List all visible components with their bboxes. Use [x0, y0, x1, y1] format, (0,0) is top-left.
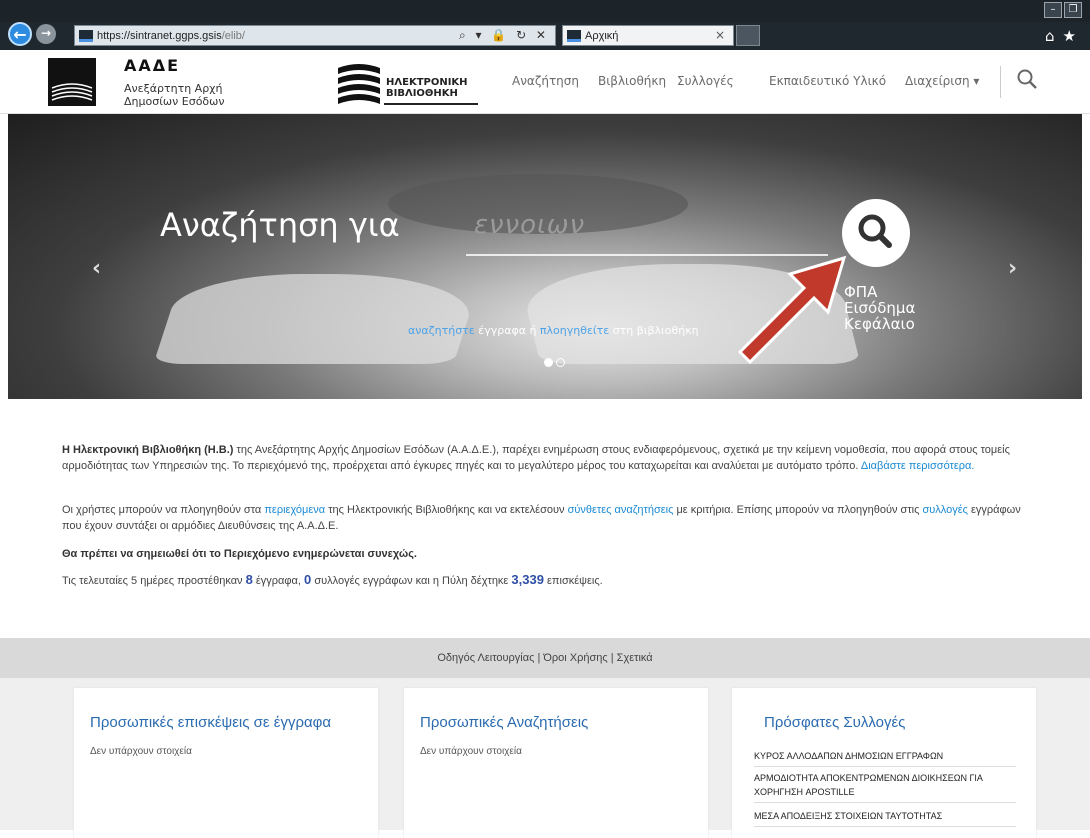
- red-arrow-annotation-icon: [737, 255, 847, 365]
- new-tab-button[interactable]: [736, 25, 760, 46]
- carousel-indicators: [544, 358, 565, 367]
- intro-bold-lead: Η Ηλεκτρονική Βιβλιοθήκη (Η.Β.): [62, 444, 234, 456]
- library-title-1: ΗΛΕΚΤΡΟΝΙΚΗ: [386, 77, 468, 88]
- advanced-search-link[interactable]: σύνθετες αναζητήσεις: [568, 504, 674, 516]
- nav-divider: [1000, 66, 1001, 98]
- nav-library[interactable]: Βιβλιοθήκη: [598, 74, 666, 88]
- search-icon[interactable]: [1016, 68, 1038, 90]
- intro-paragraph-2: Οι χρήστες μπορούν να πλοηγηθούν στα περ…: [62, 502, 1038, 534]
- address-bar-icons[interactable]: ⌕ ▾ 🔒 ↻ ✕: [459, 28, 549, 43]
- recent-collections-title: Πρόσφατες Συλλογές: [764, 714, 906, 731]
- tab-favicon-icon: [567, 29, 581, 42]
- contents-link[interactable]: περιεχόμενα: [264, 504, 325, 516]
- hero-search-input[interactable]: εννοιων: [474, 210, 585, 240]
- collection-item[interactable]: ΚΥΡΟΣ ΑΛΛΟΔΑΠΩΝ ΔΗΜΟΣΙΩΝ ΕΓΓΡΑΦΩΝ: [754, 746, 1016, 767]
- intro-paragraph-3: Θα πρέπει να σημειωθεί ότι το Περιεχόμεν…: [62, 546, 1038, 562]
- browser-chrome: – ❐ ← → https://sintranet.ggps.gsis/elib…: [0, 0, 1090, 50]
- nav-search[interactable]: Αναζήτηση: [512, 74, 579, 88]
- hero-hint-browse-link[interactable]: πλοηγηθείτε: [540, 324, 609, 337]
- brand-subtitle-1: Ανεξάρτητη Αρχή: [124, 82, 223, 95]
- address-bar[interactable]: https://sintranet.ggps.gsis/elib/ ⌕ ▾ 🔒 …: [74, 25, 556, 46]
- aade-logo-icon[interactable]: [48, 58, 96, 106]
- stats-text-d: επισκέψεις.: [543, 575, 603, 587]
- library-books-icon[interactable]: [334, 58, 384, 106]
- panels-area: Προσωπικές επισκέψεις σε έγγραφα Δεν υπά…: [0, 678, 1090, 838]
- stats-text-c: συλλογές εγγράφων και η Πύλη δέχτηκε: [311, 575, 512, 587]
- stats-visits-count: 3,339: [511, 572, 544, 587]
- read-more-link[interactable]: Διαβάστε περισσότερα.: [861, 460, 975, 472]
- maximize-button[interactable]: ❐: [1064, 2, 1082, 18]
- hero-hint: αναζητήστε έγγραφα ή πλοηγηθείτε στη βιβ…: [408, 324, 699, 337]
- hero-hint-search-link[interactable]: αναζητήστε: [408, 324, 475, 337]
- site-favicon-icon: [79, 29, 93, 42]
- intro-text-2b: της Ηλεκτρονικής Βιβλιοθήκης και να εκτε…: [325, 504, 568, 516]
- title-strip: [0, 0, 1090, 22]
- hero-book-left-page: [153, 274, 483, 364]
- footer-links[interactable]: Οδηγός Λειτουργίας | Όροι Χρήσης | Σχετι…: [0, 638, 1090, 678]
- url-host: https://sintranet.ggps.gsis: [97, 29, 222, 42]
- intro-stats: Τις τελευταίες 5 ημέρες προστέθηκαν 8 έγ…: [62, 572, 1038, 589]
- window-controls: – ❐: [1044, 2, 1082, 18]
- personal-visits-title: Προσωπικές επισκέψεις σε έγγραφα: [90, 714, 332, 731]
- carousel-dot-1[interactable]: [544, 358, 553, 367]
- nav-educational[interactable]: Εκπαιδευτικό Υλικό: [769, 74, 886, 88]
- hero-search-label: Αναζήτηση για: [160, 206, 400, 244]
- nav-admin-dropdown[interactable]: Διαχείριση ▾: [905, 74, 979, 88]
- personal-visits-panel: Προσωπικές επισκέψεις σε έγγραφα Δεν υπά…: [74, 688, 378, 838]
- stats-documents-count: 8: [245, 572, 253, 587]
- intro-text-2a: Οι χρήστες μπορούν να πλοηγηθούν στα: [62, 504, 265, 516]
- url-path: /elib/: [221, 29, 245, 42]
- brand-title: ΑΑΔΕ: [124, 56, 181, 75]
- recent-collections-panel: Πρόσφατες Συλλογές ΚΥΡΟΣ ΑΛΛΟΔΑΠΩΝ ΔΗΜΟΣ…: [732, 688, 1036, 838]
- intro-note: Θα πρέπει να σημειωθεί ότι το Περιεχόμεν…: [62, 548, 417, 560]
- personal-searches-title: Προσωπικές Αναζητήσεις: [420, 714, 589, 731]
- collection-item[interactable]: ΑΡΜΟΔΙΟΤΗΤΑ ΑΠΟΚΕΝΤΡΩΜΕΝΩΝ ΔΙΟΙΚΗΣΕΩΝ ΓΙ…: [754, 768, 1016, 803]
- stats-text-a: Τις τελευταίες 5 ημέρες προστέθηκαν: [62, 575, 246, 587]
- nav-collections[interactable]: Συλλογές: [677, 74, 734, 88]
- stats-text-b: έγγραφα,: [252, 575, 305, 587]
- tab-title: Αρχική: [585, 29, 619, 42]
- brand-subtitle-2: Δημοσίων Εσόδων: [124, 95, 225, 108]
- browser-tab[interactable]: Αρχική ×: [562, 25, 734, 46]
- carousel-dot-2[interactable]: [556, 358, 565, 367]
- tab-close-icon[interactable]: ×: [715, 28, 725, 42]
- personal-searches-empty: Δεν υπάρχουν στοιχεία: [420, 746, 522, 757]
- home-favorites-icons[interactable]: ⌂★: [1045, 27, 1084, 45]
- library-title-2: ΒΙΒΛΙΟΘΗΚΗ: [386, 88, 458, 99]
- collection-item[interactable]: ΜΕΣΑ ΑΠΟΔΕΙΞΗΣ ΣΤΟΙΧΕΙΩΝ ΤΑΥΤΟΤΗΤΑΣ: [754, 806, 1016, 827]
- hero-hint-text-1: έγγραφα ή: [474, 324, 540, 337]
- carousel-prev-icon[interactable]: ‹: [92, 256, 101, 281]
- personal-searches-panel: Προσωπικές Αναζητήσεις Δεν υπάρχουν στοι…: [404, 688, 708, 838]
- site-header: ΑΑΔΕ Ανεξάρτητη Αρχή Δημοσίων Εσόδων ΗΛΕ…: [0, 50, 1090, 114]
- intro-text-2c: με κριτήρια. Επίσης μπορούν να πλοηγηθού…: [673, 504, 923, 516]
- hero-carousel: Αναζήτηση για εννοιων ΦΠΑ Εισόδημα Κεφάλ…: [8, 114, 1082, 399]
- back-button[interactable]: ←: [8, 22, 32, 46]
- hero-hint-text-2: στη βιβλιοθήκη: [609, 324, 699, 337]
- collections-link[interactable]: συλλογές: [923, 504, 968, 516]
- carousel-next-icon[interactable]: ›: [1008, 256, 1017, 281]
- forward-button[interactable]: →: [36, 24, 56, 44]
- personal-visits-empty: Δεν υπάρχουν στοιχεία: [90, 746, 192, 757]
- library-underline: [384, 103, 478, 105]
- minimize-button[interactable]: –: [1044, 2, 1062, 18]
- intro-paragraph-1: Η Ηλεκτρονική Βιβλιοθήκη (Η.Β.) της Ανεξ…: [62, 442, 1038, 474]
